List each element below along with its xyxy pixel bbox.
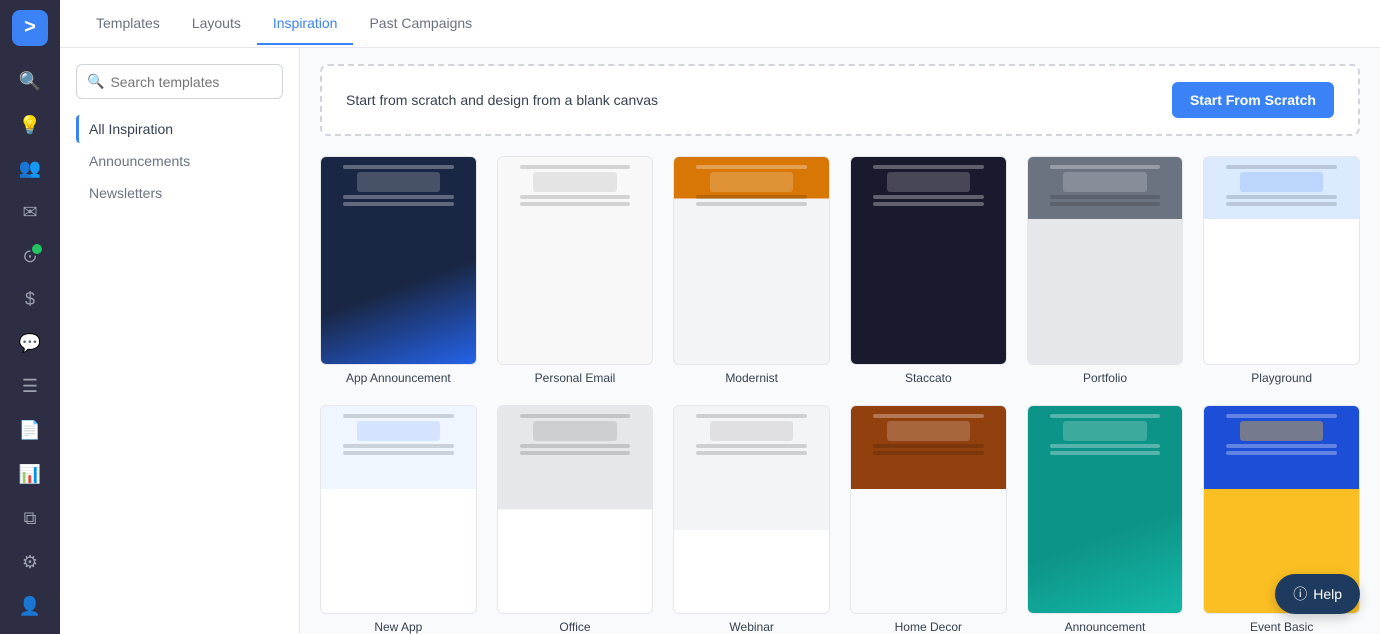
- template-name-webinar: Webinar: [673, 620, 830, 634]
- template-card-personal-email[interactable]: Personal Email: [497, 156, 654, 385]
- template-card-home-decor[interactable]: Home Decor: [850, 405, 1007, 634]
- template-thumb-staccato: [850, 156, 1007, 365]
- scratch-banner-text: Start from scratch and design from a bla…: [346, 92, 658, 108]
- start-from-scratch-button[interactable]: Start From Scratch: [1172, 82, 1334, 118]
- sidebar-item-layers[interactable]: ⧉: [12, 500, 48, 536]
- tab-past-campaigns[interactable]: Past Campaigns: [353, 3, 488, 45]
- template-card-modernist[interactable]: Modernist: [673, 156, 830, 385]
- templates-area: Start from scratch and design from a bla…: [300, 48, 1380, 634]
- template-card-portfolio[interactable]: Portfolio: [1027, 156, 1184, 385]
- template-card-playground[interactable]: Playground: [1203, 156, 1360, 385]
- search-input[interactable]: [110, 74, 272, 90]
- sidebar-item-mail[interactable]: ✉: [12, 195, 48, 231]
- templates-grid: App Announcement Personal Email: [320, 156, 1360, 634]
- main-content: Templates Layouts Inspiration Past Campa…: [60, 0, 1380, 634]
- sidebar-item-search[interactable]: 🔍: [12, 64, 48, 100]
- sidebar-item-list[interactable]: ☰: [12, 369, 48, 405]
- template-name-staccato: Staccato: [850, 371, 1007, 385]
- filter-announcements[interactable]: Announcements: [76, 147, 283, 175]
- template-name-modernist: Modernist: [673, 371, 830, 385]
- template-thumb-webinar: [673, 405, 830, 614]
- filter-all-inspiration[interactable]: All Inspiration: [76, 115, 283, 143]
- help-icon: ⓘ: [1293, 584, 1307, 604]
- template-name-new-app: New App: [320, 620, 477, 634]
- template-name-event-basic: Event Basic: [1203, 620, 1360, 634]
- template-thumb-announcement: [1027, 405, 1184, 614]
- template-thumb-modernist: [673, 156, 830, 365]
- search-icon: 🔍: [87, 73, 104, 90]
- template-thumb-portfolio: [1027, 156, 1184, 365]
- tab-templates[interactable]: Templates: [80, 3, 176, 45]
- template-name-portfolio: Portfolio: [1027, 371, 1184, 385]
- content-area: 🔍 All Inspiration Announcements Newslett…: [60, 48, 1380, 634]
- sidebar-item-avatar[interactable]: 👤: [12, 588, 48, 624]
- sidebar-item-doc[interactable]: 📄: [12, 413, 48, 449]
- template-thumb-app-announcement: [320, 156, 477, 365]
- template-thumb-personal-email: [497, 156, 654, 365]
- template-thumb-playground: [1203, 156, 1360, 365]
- help-button[interactable]: ⓘ Help: [1275, 574, 1360, 614]
- filter-section: All Inspiration Announcements Newsletter…: [76, 115, 283, 207]
- template-thumb-new-app: [320, 405, 477, 614]
- template-card-new-app[interactable]: New App: [320, 405, 477, 634]
- sidebar-item-chat[interactable]: 💬: [12, 325, 48, 361]
- template-name-playground: Playground: [1203, 371, 1360, 385]
- template-card-announcement[interactable]: Announcement: [1027, 405, 1184, 634]
- sidebar-item-dollar[interactable]: $: [12, 282, 48, 318]
- template-card-app-announcement[interactable]: App Announcement: [320, 156, 477, 385]
- sidebar-item-chart[interactable]: 📊: [12, 456, 48, 492]
- template-card-staccato[interactable]: Staccato: [850, 156, 1007, 385]
- app-logo[interactable]: >: [12, 10, 48, 46]
- template-name-home-decor: Home Decor: [850, 620, 1007, 634]
- template-thumb-home-decor: [850, 405, 1007, 614]
- sidebar-item-circle[interactable]: ⊙: [12, 238, 48, 274]
- top-nav: Templates Layouts Inspiration Past Campa…: [60, 0, 1380, 48]
- sidebar-item-users[interactable]: 👥: [12, 151, 48, 187]
- tab-inspiration[interactable]: Inspiration: [257, 3, 354, 45]
- search-box[interactable]: 🔍: [76, 64, 283, 99]
- template-thumb-office: [497, 405, 654, 614]
- sidebar-item-settings[interactable]: ⚙: [12, 544, 48, 580]
- scratch-banner: Start from scratch and design from a bla…: [320, 64, 1360, 136]
- sidebar-item-bulb[interactable]: 💡: [12, 107, 48, 143]
- sidebar: > 🔍 💡 👥 ✉ ⊙ $ 💬 ☰ 📄 📊 ⧉ ⚙ 👤: [0, 0, 60, 634]
- tab-layouts[interactable]: Layouts: [176, 3, 257, 45]
- left-panel: 🔍 All Inspiration Announcements Newslett…: [60, 48, 300, 634]
- template-name-app-announcement: App Announcement: [320, 371, 477, 385]
- template-name-announcement: Announcement: [1027, 620, 1184, 634]
- template-card-office[interactable]: Office: [497, 405, 654, 634]
- filter-newsletters[interactable]: Newsletters: [76, 179, 283, 207]
- template-name-office: Office: [497, 620, 654, 634]
- template-name-personal-email: Personal Email: [497, 371, 654, 385]
- template-card-webinar[interactable]: Webinar: [673, 405, 830, 634]
